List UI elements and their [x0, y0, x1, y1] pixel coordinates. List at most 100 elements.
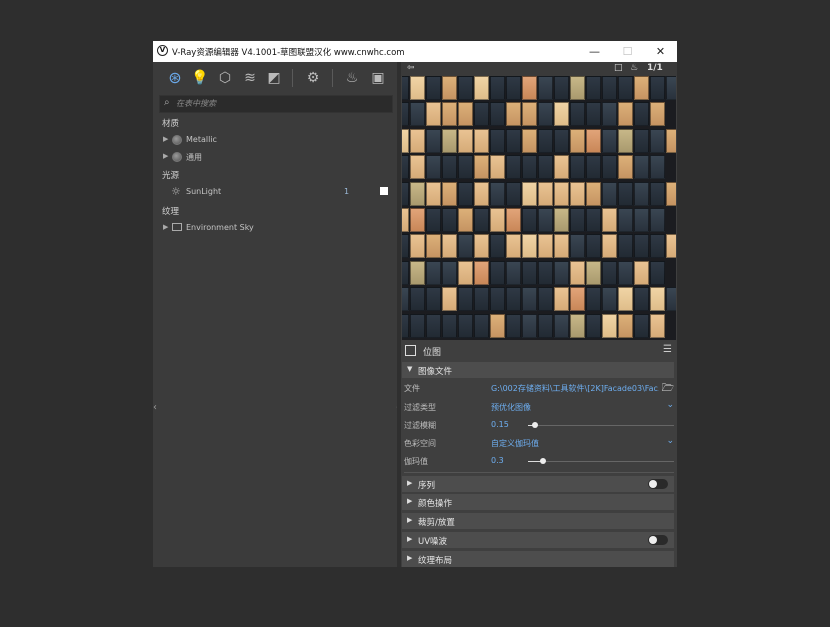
preview-tile	[650, 208, 665, 232]
materials-icon[interactable]: ⊛	[166, 69, 184, 87]
preview-tile	[602, 208, 617, 232]
color-space-select[interactable]: 自定义伽玛值	[491, 438, 659, 449]
lights-icon[interactable]: 💡	[191, 69, 209, 87]
preview-tile	[426, 155, 441, 180]
filter-blur-slider[interactable]	[528, 422, 674, 428]
settings-icon[interactable]: ⚙	[304, 69, 322, 87]
list-item-metallic[interactable]: ▶ Metallic	[163, 134, 391, 148]
folder-icon[interactable]: 🗁	[662, 381, 674, 398]
filter-blur-label: 过滤模糊	[404, 421, 436, 430]
search-input[interactable]	[176, 97, 376, 110]
preview-tile	[618, 102, 633, 127]
preview-tile	[426, 102, 441, 127]
preview-tile	[634, 287, 649, 312]
preview-teapot-icon[interactable]: ♨	[630, 63, 638, 73]
properties-panel: ⇦ □ ♨ 1/1 位图 ☰ ▼ 图像文件 文件 G:\002存储资料\工具软件…	[401, 62, 677, 567]
material-ball-icon	[172, 135, 182, 145]
section-uv-noise[interactable]: ▶ UV噪波	[402, 532, 674, 548]
preview-tile	[458, 287, 473, 312]
preview-tile	[602, 155, 617, 180]
section-title: 纹理布局	[418, 556, 453, 566]
section-sequence[interactable]: ▶ 序列	[402, 476, 674, 492]
close-button[interactable]: ✕	[644, 41, 677, 62]
preview-tile	[402, 287, 409, 312]
toggle-knob	[649, 536, 657, 544]
preview-tile	[410, 234, 425, 259]
preview-tile	[666, 234, 676, 259]
preview-tile	[634, 181, 649, 206]
preview-tile	[650, 287, 665, 312]
preview-tile	[586, 128, 601, 153]
options-icon[interactable]: ☰	[663, 344, 672, 355]
section-texture-layout[interactable]: ▶ 纹理布局	[402, 551, 674, 567]
preview-tile	[618, 76, 633, 100]
geometry-icon[interactable]: ⬡	[216, 69, 234, 87]
preview-tile	[402, 128, 409, 153]
preview-tile	[538, 155, 553, 180]
frame-buffer-icon[interactable]: ▣	[369, 69, 387, 87]
preview-tile	[402, 102, 409, 127]
maximize-button[interactable]: ☐	[611, 41, 644, 62]
chevron-down-icon[interactable]: ⌄	[666, 436, 674, 446]
slider-thumb[interactable]	[539, 458, 546, 464]
preview-tile	[458, 260, 473, 285]
preview-ratio-icon[interactable]: 1/1	[647, 63, 663, 73]
preview-tile	[634, 208, 649, 232]
item-label: Metallic	[186, 135, 217, 144]
vray-asset-editor-window: V V-Ray资源编辑器 V4.1001-草图联盟汉化 www.cnwhc.co…	[153, 41, 677, 567]
preview-tile	[634, 128, 649, 153]
gamma-slider[interactable]	[528, 458, 674, 464]
preview-tile	[506, 155, 521, 180]
filter-type-select[interactable]: 预优化图像	[491, 402, 659, 413]
list-item-generic[interactable]: ▶ 通用	[163, 151, 391, 165]
gamma-value[interactable]: 0.3	[491, 456, 521, 465]
enable-checkbox[interactable]	[380, 187, 388, 195]
preview-tile	[586, 234, 601, 259]
search-box[interactable]: ⌕	[159, 95, 393, 113]
render-teapot-icon[interactable]: ♨	[343, 69, 361, 87]
preview-tile	[458, 102, 473, 127]
title-bar[interactable]: V V-Ray资源编辑器 V4.1001-草图联盟汉化 www.cnwhc.co…	[153, 41, 677, 62]
preview-tile	[442, 76, 457, 100]
preview-tile	[474, 76, 489, 100]
preview-tile	[538, 313, 553, 338]
preview-tile	[490, 208, 505, 232]
section-color-ops[interactable]: ▶ 颜色操作	[402, 494, 674, 510]
list-item-environment-sky[interactable]: ▶ Environment Sky	[163, 222, 391, 236]
expand-arrow-icon[interactable]: ▶	[163, 223, 168, 231]
uv-noise-toggle[interactable]	[648, 535, 668, 545]
preview-tile	[402, 260, 409, 285]
preview-tile	[402, 208, 409, 232]
minimize-button[interactable]: —	[578, 41, 611, 62]
file-path[interactable]: G:\002存储资料\工具软件\[2K]Facade03\Fac...	[491, 383, 659, 394]
gamma-row: 伽玛值 0.3	[404, 454, 674, 468]
preview-tile	[490, 260, 505, 285]
preview-tile	[474, 155, 489, 180]
preview-tile	[506, 208, 521, 232]
preview-tile	[458, 128, 473, 153]
preview-tile	[602, 313, 617, 338]
filter-type-row: 过滤类型 预优化图像 ⌄	[404, 400, 674, 414]
sequence-toggle[interactable]	[648, 479, 668, 489]
preview-tile	[490, 102, 505, 127]
textures-icon[interactable]: ◩	[265, 69, 283, 87]
filter-blur-value[interactable]: 0.15	[491, 420, 521, 429]
section-crop-place[interactable]: ▶ 裁剪/放置	[402, 513, 674, 529]
slider-thumb[interactable]	[532, 422, 539, 428]
list-item-sunlight[interactable]: ☼ SunLight 1	[163, 185, 391, 200]
preview-back-icon[interactable]: ⇦	[407, 63, 415, 73]
preview-tile	[602, 102, 617, 127]
preview-box-icon[interactable]: □	[614, 63, 623, 73]
collapse-left-icon[interactable]: ‹	[153, 402, 157, 413]
preview-tile	[650, 313, 665, 338]
expand-arrow-icon[interactable]: ▶	[163, 152, 168, 160]
layers-icon[interactable]: ≋	[241, 69, 259, 87]
expand-arrow-icon: ▶	[407, 554, 413, 562]
preview-tile	[426, 128, 441, 153]
category-materials: 材质	[162, 119, 180, 129]
section-image-file[interactable]: ▼ 图像文件	[402, 362, 674, 378]
chevron-down-icon[interactable]: ⌄	[666, 400, 674, 410]
preview-tile	[426, 76, 441, 100]
preview-tile	[506, 76, 521, 100]
expand-arrow-icon[interactable]: ▶	[163, 135, 168, 143]
